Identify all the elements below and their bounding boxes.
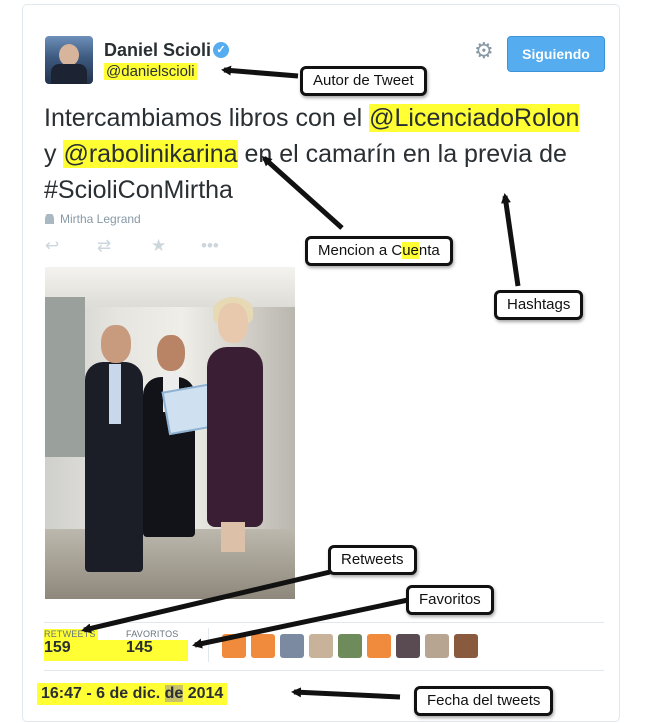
annotation-mencion-text: Mencion a C xyxy=(318,242,403,259)
annotation-favoritos: Favoritos xyxy=(406,585,494,615)
annotation-mencion-text-dim: ue xyxy=(402,242,419,259)
annotation-autor: Autor de Tweet xyxy=(300,66,427,96)
annotation-fecha: Fecha del tweets xyxy=(414,686,554,716)
arrow-fecha xyxy=(291,687,401,700)
arrow-favoritos xyxy=(192,597,409,649)
annotation-mencion: Mencion a Cuenta xyxy=(305,236,453,266)
annotation-arrows xyxy=(81,65,521,700)
arrow-autor xyxy=(221,65,299,79)
arrow-retweets xyxy=(81,569,331,634)
arrow-hashtags xyxy=(501,193,521,287)
annotation-retweets: Retweets xyxy=(328,545,417,575)
arrow-mencion xyxy=(261,155,344,230)
annotation-hashtags: Hashtags xyxy=(494,290,584,320)
annotation-mencion-text: nta xyxy=(418,242,440,259)
